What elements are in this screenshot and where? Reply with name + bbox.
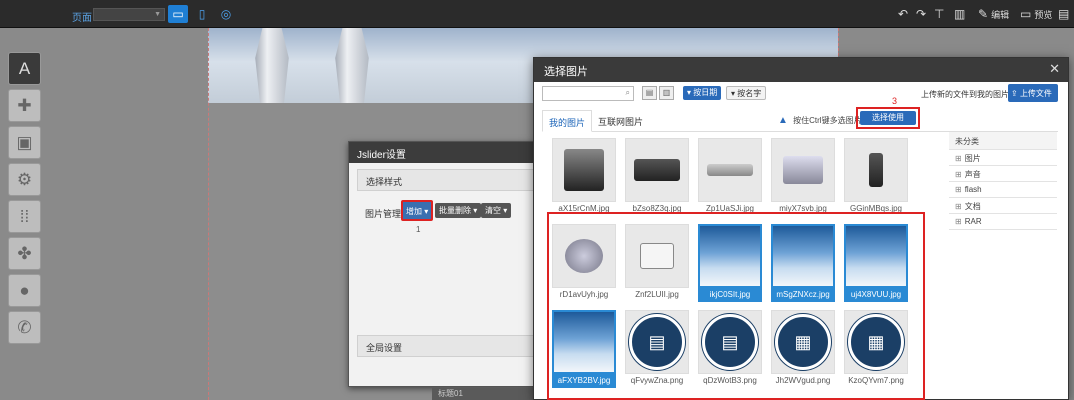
canvas-title-label: 标题01 — [432, 388, 542, 400]
image-tile[interactable]: aX15rCnM.jpg — [552, 138, 616, 216]
save-icon[interactable]: ▤ — [1058, 6, 1072, 22]
plus-icon: ⊞ — [955, 217, 962, 226]
preview-label: 预览 — [1034, 9, 1053, 20]
clear-label: 清空 — [485, 206, 501, 215]
ctrl-hint: ▲ 按住Ctrl键多选图片 — [778, 115, 862, 126]
select-use-button[interactable]: 选择使用 — [856, 107, 920, 129]
image-tile[interactable]: Zp1UaSJi.jpg — [698, 138, 762, 216]
upload-hint: 上传新的文件到我的图片 — [921, 90, 1009, 99]
image-tile[interactable]: GGinMBqs.jpg — [844, 138, 908, 216]
category-item[interactable]: ⊞ RAR — [949, 214, 1057, 230]
edit-button[interactable]: ✎ 编辑 — [978, 6, 1009, 22]
dialog-title: 选择图片 — [544, 66, 588, 78]
mobile-view-icon[interactable]: ▯ — [192, 5, 212, 23]
monitor-icon: ▭ — [1020, 7, 1032, 21]
category-label: 图片 — [964, 154, 981, 163]
trash-icon[interactable]: ▥ — [659, 86, 674, 100]
chart-icon[interactable]: ▥ — [954, 6, 968, 22]
image-thumbnail — [844, 138, 908, 202]
briefcase-icon[interactable]: ▣ — [8, 126, 41, 159]
sort-name-label: 按名字 — [737, 89, 762, 98]
category-label: RAR — [964, 217, 982, 226]
search-icon: ⌕ — [625, 88, 630, 97]
apps-icon[interactable]: ✤ — [8, 237, 41, 270]
sort-date-label: 按日期 — [693, 88, 718, 97]
dialog-toolbar: ⌕ ▤ ▥ ▾ 按日期 ▾ 按名字 上传新的文件到我的图片 ⇪ 上传文件 — [534, 82, 1068, 108]
redo-icon[interactable]: ↷ — [916, 6, 929, 22]
selection-highlight — [547, 212, 925, 400]
image-tile[interactable]: miyX7svb.jpg — [771, 138, 835, 216]
jslider-title: Jslider设置 — [349, 142, 547, 163]
image-manage-label: 图片管理 — [365, 209, 402, 219]
undo-icon[interactable]: ↶ — [898, 6, 911, 22]
global-settings-row[interactable]: 全局设置 — [357, 335, 541, 357]
tab-internet-images[interactable]: 互联网图片 — [592, 110, 649, 132]
upload-button[interactable]: ⇪ 上传文件 — [1008, 84, 1058, 102]
step-marker-1: 1 — [416, 225, 421, 234]
preview-button[interactable]: ▭ 预览 — [1020, 6, 1052, 22]
warning-icon: ▲ — [778, 115, 788, 126]
close-icon[interactable]: ✕ — [1049, 61, 1060, 77]
plus-icon: ⊞ — [955, 185, 962, 194]
grid-icon[interactable]: ⁞⁞ — [8, 200, 41, 233]
align-icon[interactable]: ⊤ — [934, 6, 947, 22]
category-label: 声音 — [964, 170, 981, 179]
image-thumbnail — [698, 138, 762, 202]
image-tabs: 我的图片 互联网图片 ▲ 按住Ctrl键多选图片 选择使用 — [542, 107, 1058, 132]
category-item[interactable]: ⊞ 声音 — [949, 166, 1057, 182]
category-list: 未分类 ⊞ 图片 ⊞ 声音 ⊞ flash ⊞ 文档 ⊞ RAR — [949, 132, 1057, 230]
sync-icon[interactable]: ◎ — [216, 5, 236, 23]
sort-by-name-button[interactable]: ▾ 按名字 — [726, 86, 767, 100]
select-style-row[interactable]: 选择样式 — [357, 169, 539, 191]
dialog-header: 选择图片 ✕ — [534, 58, 1068, 82]
batch-delete-label: 批量删除 — [439, 206, 471, 215]
search-input[interactable]: ⌕ — [542, 86, 634, 101]
category-label: flash — [964, 185, 982, 194]
robot-image — [335, 28, 369, 103]
chat-icon[interactable]: ✆ — [8, 311, 41, 344]
sort-by-date-button[interactable]: ▾ 按日期 — [683, 86, 722, 100]
edit-icon: ✎ — [978, 7, 989, 21]
list-view-icon[interactable]: ▤ — [642, 86, 657, 100]
add-icon[interactable]: ✚ — [8, 89, 41, 122]
page-label: 页面 — [72, 13, 92, 24]
category-label: 文档 — [964, 202, 981, 211]
step-marker-3: 3 — [892, 96, 898, 106]
top-bar: 页面 ▼ ▭ ▯ ◎ ↶ ↷ ⊤ ▥ ✎ 编辑 ▭ 预览 ▤ — [0, 0, 1074, 28]
tab-my-images[interactable]: 我的图片 — [542, 110, 593, 132]
add-label: 增加 — [406, 207, 422, 216]
category-item[interactable]: ⊞ flash — [949, 182, 1057, 198]
user-icon[interactable]: ● — [8, 274, 41, 307]
plus-icon: ⊞ — [955, 154, 962, 163]
upload-label: 上传文件 — [1019, 89, 1052, 98]
chevron-down-icon: ▼ — [154, 11, 161, 18]
category-uncategorized[interactable]: 未分类 — [949, 132, 1057, 150]
guide-line — [208, 28, 209, 400]
image-thumbnail — [552, 138, 616, 202]
jslider-dialog: Jslider设置 选择样式 图片管理 增加 ▾ 批量删除 ▾ 清空 ▾ 1 全… — [348, 141, 548, 387]
left-toolbar: A ✚ ▣ ⚙ ⁞⁞ ✤ ● ✆ — [8, 52, 41, 348]
robot-image — [255, 28, 289, 103]
plus-icon: ⊞ — [955, 170, 962, 179]
batch-delete-button[interactable]: 批量删除 ▾ — [435, 203, 482, 218]
plus-icon: ⊞ — [955, 202, 962, 211]
desktop-view-icon[interactable]: ▭ — [168, 5, 188, 23]
text-tool-icon[interactable]: A — [8, 52, 41, 85]
add-image-button[interactable]: 增加 ▾ — [401, 200, 434, 221]
upload-icon: ⇪ — [1011, 89, 1018, 98]
edit-label: 编辑 — [991, 9, 1010, 20]
image-thumbnail — [625, 138, 689, 202]
select-use-label: 选择使用 — [860, 111, 916, 125]
ctrl-hint-text: 按住Ctrl键多选图片 — [793, 116, 862, 125]
image-thumbnail — [771, 138, 835, 202]
page-select[interactable]: ▼ — [93, 8, 165, 21]
category-item[interactable]: ⊞ 文档 — [949, 198, 1057, 214]
image-tile[interactable]: bZso8Z3q.jpg — [625, 138, 689, 216]
gear-icon[interactable]: ⚙ — [8, 163, 41, 196]
category-item[interactable]: ⊞ 图片 — [949, 150, 1057, 166]
clear-button[interactable]: 清空 ▾ — [481, 203, 512, 218]
